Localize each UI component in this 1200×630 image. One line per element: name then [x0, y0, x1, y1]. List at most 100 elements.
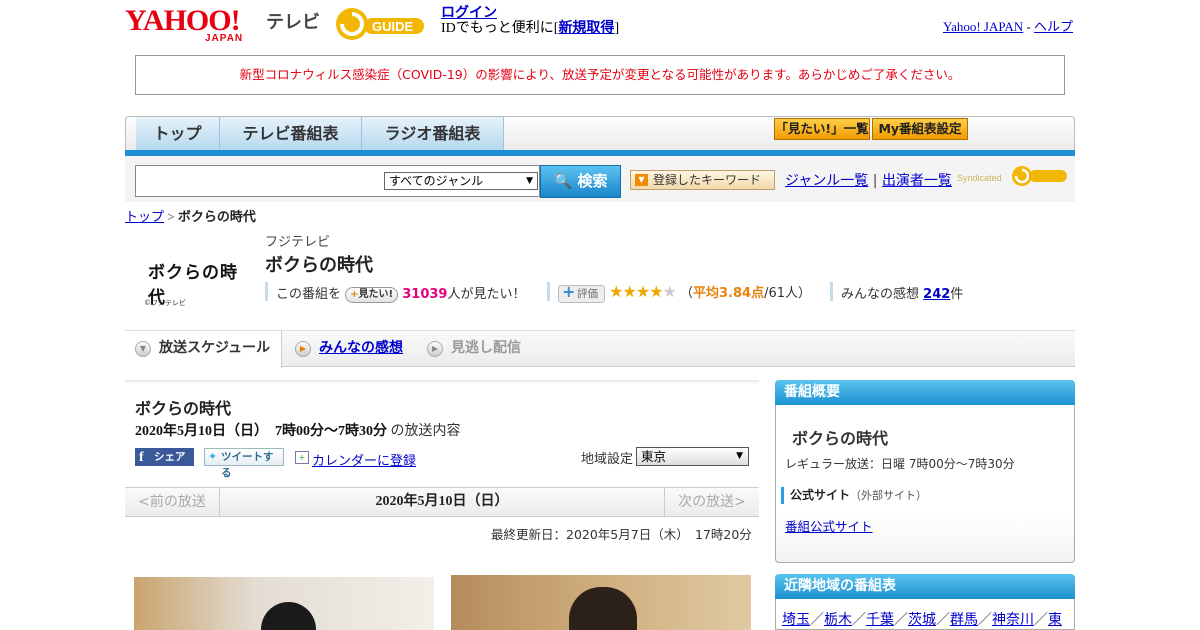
star-empty-icon: ★: [662, 282, 677, 301]
region-select[interactable]: 東京 ▼: [636, 447, 749, 466]
play-icon: ▶: [427, 341, 443, 357]
gguide-logo[interactable]: GUIDE: [334, 6, 432, 42]
chevron-down-icon: ▼: [135, 341, 151, 357]
mitai-button[interactable]: +見たい!: [345, 287, 399, 303]
mitai-prefix: この番組を: [276, 287, 342, 302]
program-title: ボクらの時代: [265, 255, 373, 276]
regular-broadcast: レギュラー放送：日曜 7時00分～7時30分: [785, 457, 1015, 471]
tab-catch-up: ▶ 見逃し配信: [417, 331, 547, 367]
genre-select-value: すべてのジャンル: [389, 174, 484, 188]
login-link[interactable]: ログイン: [441, 6, 497, 21]
station-name: フジテレビ: [265, 235, 331, 250]
rating-people: /61人）: [764, 286, 812, 301]
genre-links: ジャンル一覧 | 出演者一覧: [785, 170, 952, 190]
tab-radio-listings[interactable]: ラジオ番組表: [362, 117, 504, 150]
registered-keywords-button[interactable]: ▼ 登録したキーワード: [630, 170, 775, 190]
region-link-chiba[interactable]: 千葉: [866, 612, 894, 628]
region-label: 地域設定: [581, 452, 634, 467]
episode-date: 2020年5月10日（日） 7時00分～7時30分 の放送内容: [135, 420, 461, 440]
star-icon: ★: [622, 282, 636, 301]
stat-divider: [547, 282, 550, 301]
tab-label: 放送スケジュール: [159, 340, 271, 356]
official-site-label: 公式サイト: [790, 488, 851, 502]
episode-title: ボクらの時代: [135, 399, 232, 418]
official-site-link[interactable]: 番組公式サイト: [785, 516, 873, 535]
region-link-tochigi[interactable]: 栃木: [824, 612, 852, 628]
svg-text:Syndicated: Syndicated: [957, 173, 1002, 183]
genre-select[interactable]: すべてのジャンル ▼: [384, 172, 538, 190]
official-site-note: （外部サイト）: [850, 489, 928, 502]
facebook-share-label: シェア: [154, 451, 186, 463]
genre-list-link[interactable]: ジャンル一覧: [785, 173, 868, 189]
tv-label: テレビ: [266, 12, 320, 33]
region-link-ibaraki[interactable]: 茨城: [908, 612, 936, 628]
stat-divider: [830, 282, 833, 301]
region-select-value: 東京: [641, 449, 667, 464]
mitai-list-button[interactable]: 「見たい!」一覧: [774, 118, 870, 140]
performers-list-link[interactable]: 出演者一覧: [882, 173, 952, 189]
photo-detail: [261, 602, 316, 630]
program-logo: ボクらの時代 ©フジテレビ: [140, 250, 250, 310]
program-stats: この番組を +見たい! 31039人が見たい！ 評価 ★★★★★ （平均3.84…: [265, 282, 1025, 303]
svg-text:GUIDE: GUIDE: [372, 19, 414, 34]
search-button[interactable]: 🔍 検索: [540, 165, 621, 198]
broadcast-pager: <前の放送 2020年5月10日（日） 次の放送>: [125, 487, 759, 517]
my-listing-settings-button[interactable]: My番組表設定: [872, 118, 968, 140]
play-icon: ▶: [295, 341, 311, 357]
reviews-suffix: 件: [950, 287, 964, 302]
tab-reviews[interactable]: ▶ みんなの感想: [285, 331, 415, 367]
official-site-heading: 公式サイト（外部サイト）: [781, 487, 927, 504]
yahoo-japan-logo[interactable]: YAHOO! JAPAN: [125, 4, 261, 45]
region-link-saitama[interactable]: 埼玉: [782, 612, 810, 628]
gguide-icon: GUIDE: [336, 8, 424, 40]
syndicated-gguide-logo: Syndicated: [957, 164, 1069, 188]
dash: -: [1026, 19, 1031, 34]
covid-notice: 新型コロナウィルス感染症（COVID-19）の影響により、放送予定が変更となる可…: [135, 55, 1065, 95]
photo-detail: [569, 587, 637, 630]
overview-box: ボクらの時代 レギュラー放送：日曜 7時00分～7時30分 公式サイト（外部サイ…: [775, 405, 1075, 563]
help-link[interactable]: ヘルプ: [1034, 19, 1073, 34]
region-link-tokyo[interactable]: 東: [1048, 612, 1062, 628]
nearby-regions-box: 埼玉／栃木／千葉／茨城／群馬／神奈川／東: [775, 599, 1075, 630]
keywords-label: 登録したキーワード: [653, 173, 762, 187]
program-logo-copyright: ©フジテレビ: [144, 299, 186, 307]
star-icon: ★: [609, 282, 623, 301]
breadcrumb-top[interactable]: トップ: [125, 209, 164, 224]
program-subtabs: ▼ 放送スケジュール ▶ みんなの感想 ▶ 見逃し配信: [125, 330, 1075, 368]
calendar-register-link[interactable]: + カレンダーに登録: [295, 450, 416, 469]
current-broadcast-date: 2020年5月10日（日）: [375, 494, 509, 509]
region-link-gunma[interactable]: 群馬: [950, 612, 978, 628]
nearby-region-links: 埼玉／栃木／千葉／茨城／群馬／神奈川／東: [782, 612, 1062, 628]
tweet-button[interactable]: ✦ ツイートする: [204, 448, 284, 479]
rating-button[interactable]: 評価: [558, 284, 605, 303]
tab-tv-listings[interactable]: テレビ番組表: [220, 117, 362, 150]
tab-label: みんなの感想: [319, 340, 403, 356]
tab-broadcast-schedule[interactable]: ▼ 放送スケジュール: [125, 331, 282, 368]
search-button-label: 検索: [577, 172, 608, 190]
search-icon: 🔍: [553, 172, 573, 190]
region-link-kanagawa[interactable]: 神奈川: [992, 612, 1034, 628]
login-box: ログイン IDでもっと便利に[新規取得]: [441, 6, 619, 36]
calendar-icon: +: [295, 451, 309, 464]
rating-average: 平均3.84点: [693, 286, 765, 301]
rating-open: （: [680, 286, 694, 301]
overview-program-title: ボクらの時代: [792, 429, 889, 448]
reviews-prefix: みんなの感想: [841, 287, 920, 302]
id-close: ]: [614, 21, 620, 36]
stat-divider: [265, 282, 268, 301]
tab-top[interactable]: トップ: [136, 117, 220, 150]
yahoo-logo-text: YAHOO!: [125, 4, 241, 37]
id-text: IDでもっと便利に[: [441, 21, 559, 36]
reviews-count-link[interactable]: 242: [923, 287, 950, 302]
cast-photo: [451, 575, 751, 630]
facebook-icon: f: [139, 450, 144, 465]
chevron-down-icon: ▼: [635, 174, 648, 186]
yahoo-japan-link[interactable]: Yahoo! JAPAN: [943, 19, 1023, 34]
twitter-bird-icon: ✦: [208, 450, 218, 463]
facebook-share-button[interactable]: f シェア: [135, 448, 194, 466]
signup-link[interactable]: 新規取得: [558, 21, 614, 36]
previous-broadcast-button: <前の放送: [125, 488, 220, 516]
top-links: Yahoo! JAPAN - ヘルプ: [943, 16, 1073, 35]
tab-label: 見逃し配信: [451, 340, 521, 356]
episode-date-suffix: の放送内容: [390, 424, 461, 439]
